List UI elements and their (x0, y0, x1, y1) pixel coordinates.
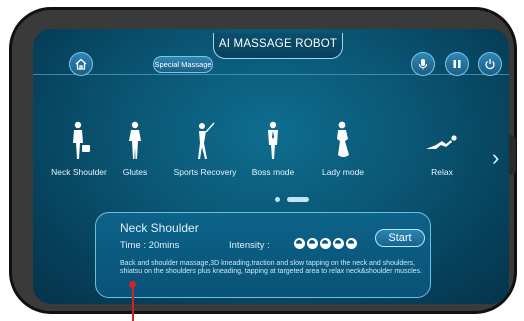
tablet-body: AI MASSAGE ROBOT Special Massage Neck Sh… (9, 7, 517, 314)
intensity-dot (320, 238, 331, 249)
mode-label: Lady mode (321, 167, 365, 177)
mode-label: Neck Shoulder (51, 167, 107, 177)
voice-button[interactable] (411, 52, 435, 76)
home-icon (75, 58, 87, 70)
mode-label: Relax (431, 167, 453, 177)
intensity-dot (346, 238, 357, 249)
intensity-dot (333, 238, 344, 249)
mode-label: Glutes (122, 167, 148, 177)
special-massage-button[interactable]: Special Massage (153, 56, 213, 73)
app-screen: AI MASSAGE ROBOT Special Massage Neck Sh… (33, 29, 509, 304)
mode-label: Boss mode (251, 167, 295, 177)
mode-detail-panel: Neck Shoulder Time : 20mins Intensity : … (95, 212, 431, 298)
pause-icon (453, 60, 461, 68)
home-button[interactable] (69, 52, 93, 76)
detail-description: Back and shoulder massage,3D kneading,tr… (120, 260, 422, 275)
next-arrow-icon[interactable]: › (492, 147, 499, 169)
intensity-label: Intensity : (229, 240, 270, 251)
reclining-person-icon (426, 135, 457, 149)
detail-title: Neck Shoulder (120, 221, 199, 235)
mode-lady[interactable]: Lady mode (313, 121, 373, 191)
mode-relax[interactable]: Relax (417, 121, 467, 191)
power-icon (485, 59, 495, 70)
mode-label: Sports Recovery (173, 167, 237, 177)
person-with-bag-icon (73, 121, 90, 159)
top-bar-divider (33, 74, 509, 75)
callout-pointer-dot (129, 281, 136, 288)
page-dot-active[interactable] (287, 197, 309, 202)
app-title: AI MASSAGE ROBOT (213, 33, 343, 59)
detail-time: Time : 20mins (120, 240, 180, 251)
person-tie-icon (268, 121, 278, 159)
mode-neck-shoulder[interactable]: Neck Shoulder (47, 121, 111, 191)
microphone-icon (418, 59, 428, 70)
mode-sports-recovery[interactable]: Sports Recovery (173, 121, 237, 191)
start-button[interactable]: Start (375, 229, 425, 247)
mode-boss[interactable]: Boss mode (243, 121, 303, 191)
person-standing-icon (129, 121, 141, 159)
intensity-dot (307, 238, 318, 249)
callout-pointer-line (132, 284, 134, 321)
intensity-level (294, 238, 357, 249)
woman-icon (337, 121, 349, 157)
intensity-dot (294, 238, 305, 249)
pause-button[interactable] (445, 52, 469, 76)
page-dot[interactable] (275, 197, 280, 202)
golfer-icon (198, 122, 215, 159)
mode-glutes[interactable]: Glutes (113, 121, 157, 191)
power-button[interactable] (478, 52, 502, 76)
